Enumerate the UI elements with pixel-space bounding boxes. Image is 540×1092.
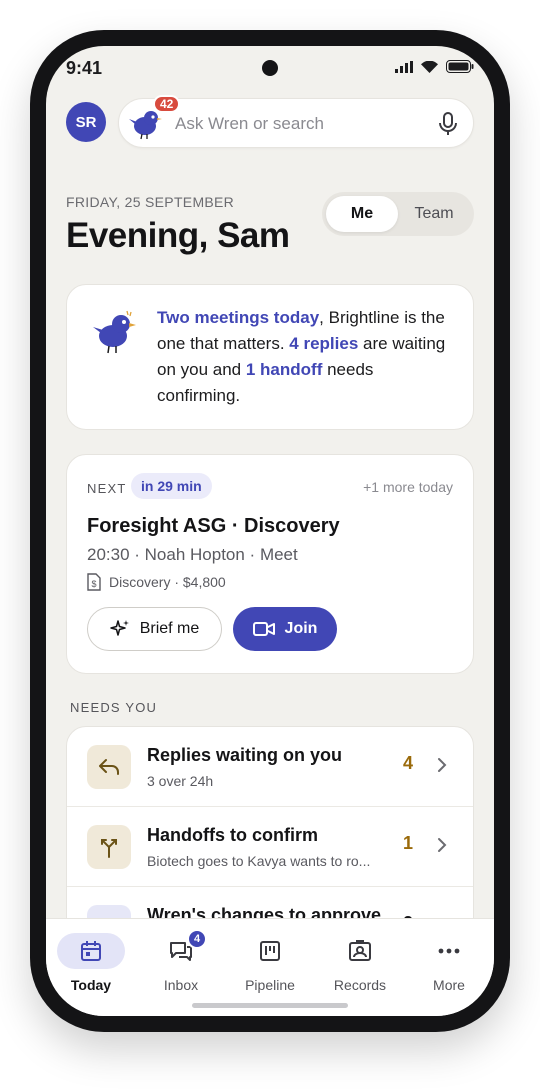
join-button[interactable]: Join xyxy=(233,607,337,651)
next-label: NEXT xyxy=(87,481,127,496)
sparkle-icon xyxy=(109,620,129,636)
segment-team[interactable]: Team xyxy=(398,196,470,232)
status-time: 9:41 xyxy=(66,58,103,78)
item-title: Replies waiting on you xyxy=(147,745,343,765)
brief-me-button[interactable]: Brief me xyxy=(87,607,222,651)
search-input[interactable] xyxy=(175,111,415,137)
contact-card-icon xyxy=(349,940,371,961)
item-subtitle: Biotech goes to Kavya wants to ro... xyxy=(147,853,371,869)
list-item[interactable]: Handoffs to confirm Biotech goes to Kavy… xyxy=(67,807,473,887)
tab-label: More xyxy=(433,977,465,993)
wifi-icon xyxy=(421,60,438,73)
tab-label: Pipeline xyxy=(245,977,295,993)
scope-segmented-control: Me Team xyxy=(322,192,474,236)
deal-text: Discovery · $4,800 xyxy=(109,574,226,590)
item-subtitle: 3 over 24h xyxy=(147,773,214,789)
reply-icon xyxy=(87,745,131,789)
replies-link[interactable]: 4 replies xyxy=(289,334,358,353)
svg-text:$: $ xyxy=(91,579,96,589)
tab-label: Today xyxy=(70,977,112,993)
tab-more[interactable]: More xyxy=(404,933,494,993)
bottom-tab-bar: Today 4 Inbox Pipeline Records More xyxy=(46,918,494,1016)
segment-me[interactable]: Me xyxy=(326,196,398,232)
home-indicator xyxy=(192,1003,348,1008)
phone-frame: 9:41 SR 42 Ask Wren or search FRIDAY, 25… xyxy=(30,30,510,1032)
video-camera-icon xyxy=(252,622,275,636)
list-item[interactable]: Replies waiting on you 3 over 24h 4 xyxy=(67,727,473,807)
meeting-meta: 20:30 · Noah Hopton · Meet xyxy=(87,545,298,564)
chevron-right-icon xyxy=(438,838,447,852)
more-dots-icon xyxy=(438,948,460,954)
tab-records[interactable]: Records xyxy=(315,933,405,993)
summary-text: Two meetings today, Brightline is the on… xyxy=(157,308,446,405)
more-today-link[interactable]: +1 more today xyxy=(363,479,453,495)
eta-badge: in 29 min xyxy=(131,473,212,499)
handoff-link[interactable]: 1 handoff xyxy=(246,360,323,379)
microphone-icon[interactable] xyxy=(439,112,457,136)
meeting-title: Foresight ASG · Discovery xyxy=(87,515,340,537)
avatar[interactable]: SR xyxy=(66,102,106,142)
tab-label: Inbox xyxy=(163,977,199,993)
cellular-signal-icon xyxy=(395,60,413,73)
tab-today[interactable]: Today xyxy=(46,933,136,993)
search-bar[interactable]: 42 xyxy=(118,95,474,148)
wren-bird-icon xyxy=(93,310,136,354)
top-header: SR 42 xyxy=(66,95,474,148)
calendar-icon xyxy=(81,941,101,961)
tab-label: Records xyxy=(333,977,387,993)
fork-icon xyxy=(87,825,131,869)
wren-summary-card: Two meetings today, Brightline is the on… xyxy=(66,284,474,430)
page-title: Evening, Sam xyxy=(66,216,290,255)
kanban-icon xyxy=(260,941,280,961)
next-meeting-card[interactable]: NEXT in 29 min +1 more today Foresight A… xyxy=(66,454,474,674)
tab-inbox[interactable]: 4 Inbox xyxy=(136,929,226,993)
date-label: FRIDAY, 25 SEPTEMBER xyxy=(66,194,235,210)
inbox-badge: 4 xyxy=(187,929,207,949)
tab-pipeline[interactable]: Pipeline xyxy=(225,933,315,993)
screen: 9:41 SR 42 Ask Wren or search FRIDAY, 25… xyxy=(46,46,494,1016)
item-count: 4 xyxy=(402,753,413,773)
deal-info: $ Discovery · $4,800 xyxy=(87,573,226,591)
status-icons xyxy=(395,60,474,73)
needs-you-heading: NEEDS YOU xyxy=(70,700,158,715)
status-bar: 9:41 xyxy=(46,46,494,90)
document-dollar-icon: $ xyxy=(87,573,101,591)
camera-cutout xyxy=(262,60,278,76)
item-title: Handoffs to confirm xyxy=(147,825,318,845)
meetings-link[interactable]: Two meetings today xyxy=(157,308,319,327)
item-count: 1 xyxy=(402,833,413,853)
chevron-right-icon xyxy=(438,758,447,772)
battery-icon xyxy=(446,60,474,73)
